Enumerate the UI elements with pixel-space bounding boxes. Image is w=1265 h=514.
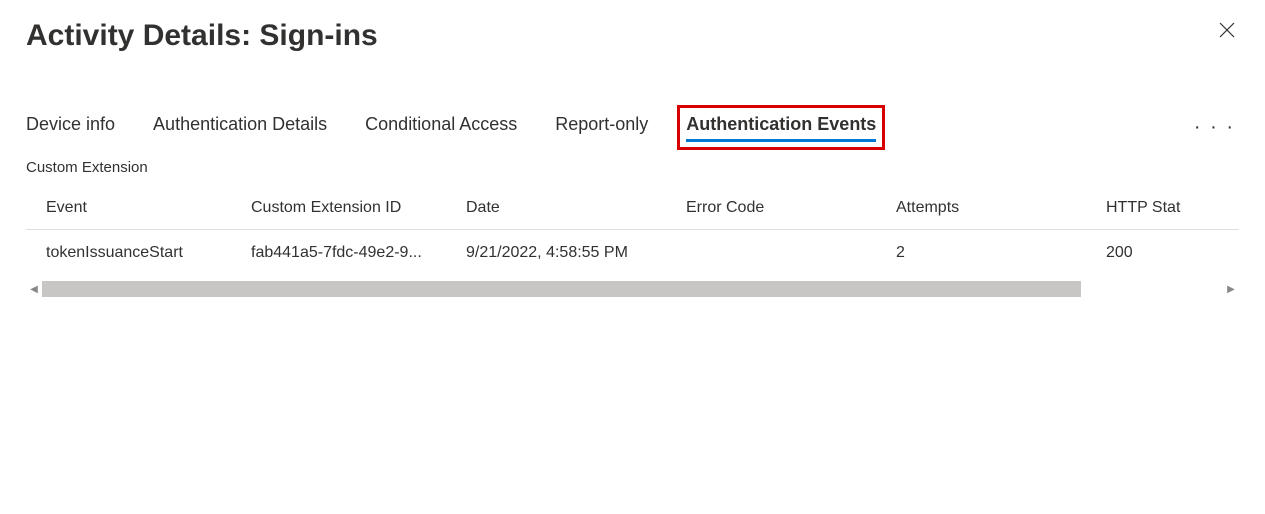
scroll-right-arrow-icon[interactable]: ▶ [1223,281,1239,297]
cell-extid: fab441a5-7fdc-49e2-9... [241,230,456,279]
table-header-row: Event Custom Extension ID Date Error Cod… [26,189,1239,230]
cell-event: tokenIssuanceStart [26,230,241,279]
section-label: Custom Extension [26,159,1239,176]
tab-report-only[interactable]: Report-only [555,114,648,141]
col-header-extid[interactable]: Custom Extension ID [241,189,456,230]
horizontal-scrollbar[interactable]: ◀ ▶ [26,281,1239,297]
scroll-left-arrow-icon[interactable]: ◀ [26,281,42,297]
more-button[interactable]: · · · [1190,116,1239,139]
close-button[interactable] [1215,18,1239,42]
tab-conditional-access[interactable]: Conditional Access [365,114,517,141]
col-header-http[interactable]: HTTP Stat [1096,189,1239,230]
more-icon: · · · [1194,116,1235,138]
events-table-wrapper: Event Custom Extension ID Date Error Cod… [26,188,1239,297]
panel-header: Activity Details: Sign-ins [26,18,1239,54]
tab-authentication-details[interactable]: Authentication Details [153,114,327,141]
cell-error [676,230,886,279]
activity-details-panel: Activity Details: Sign-ins Device info A… [0,0,1265,514]
col-header-date[interactable]: Date [456,189,676,230]
tab-list: Device info Authentication Details Condi… [26,114,1190,141]
page-title: Activity Details: Sign-ins [26,18,378,54]
tab-device-info[interactable]: Device info [26,114,115,141]
cell-http: 200 [1096,230,1239,279]
col-header-error[interactable]: Error Code [676,189,886,230]
tab-authentication-events[interactable]: Authentication Events [686,114,876,141]
events-table: Event Custom Extension ID Date Error Cod… [26,189,1239,279]
scrollbar-track[interactable] [42,281,1223,297]
tabs-row: Device info Authentication Details Condi… [26,114,1239,141]
table-row[interactable]: tokenIssuanceStart fab441a5-7fdc-49e2-9.… [26,230,1239,279]
close-icon [1219,26,1235,41]
col-header-event[interactable]: Event [26,189,241,230]
col-header-attempts[interactable]: Attempts [886,189,1096,230]
cell-date: 9/21/2022, 4:58:55 PM [456,230,676,279]
scrollbar-thumb[interactable] [42,281,1081,297]
cell-attempts: 2 [886,230,1096,279]
